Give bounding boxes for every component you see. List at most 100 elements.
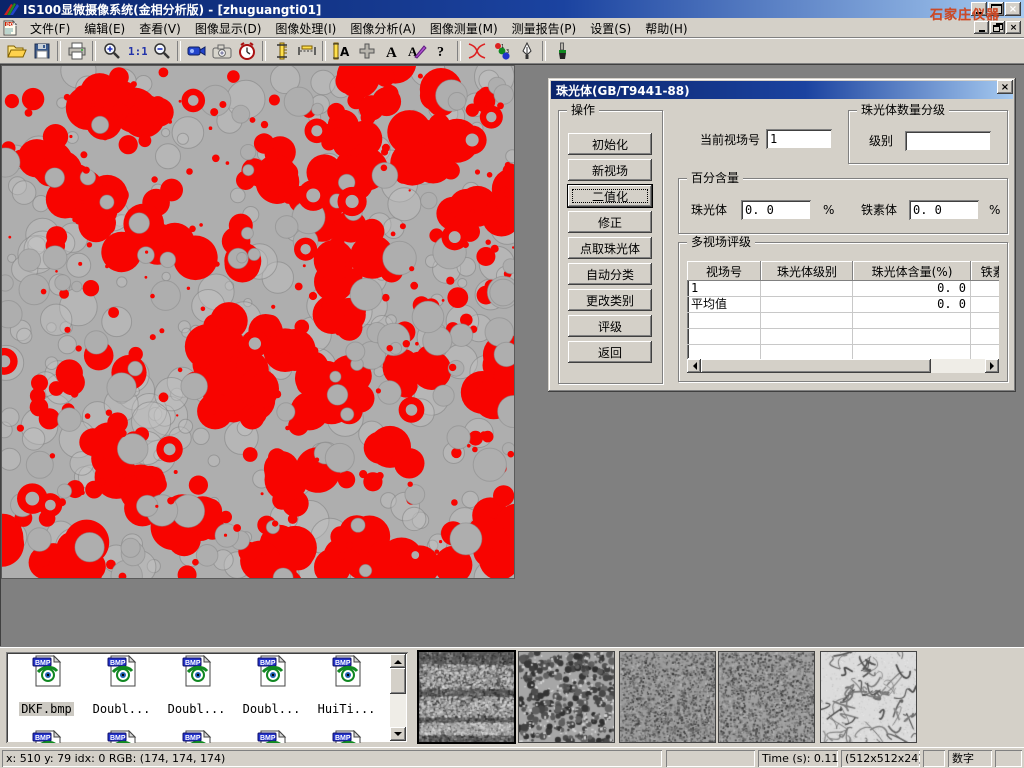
toolbar-separator (457, 41, 461, 61)
toolbar-separator (92, 41, 96, 61)
timer-button[interactable] (234, 40, 259, 62)
open-file-button[interactable] (4, 40, 29, 62)
op-button-5[interactable]: 自动分类 (568, 263, 652, 285)
menu-item-0[interactable]: 文件(F) (23, 18, 77, 39)
help-button[interactable]: ? (429, 40, 454, 62)
table-row[interactable] (687, 329, 999, 345)
grade-group-label: 珠光体数量分级 (857, 103, 949, 117)
curve-tool-button[interactable] (464, 40, 489, 62)
close-button[interactable]: × (1005, 2, 1021, 16)
table-row[interactable] (687, 313, 999, 329)
thumbnail-0[interactable] (417, 650, 516, 744)
vscroll-down-button[interactable] (390, 727, 406, 741)
actual-size-button[interactable]: 1:1 (124, 40, 149, 62)
current-view-input[interactable]: 1 (766, 129, 832, 149)
file-item-row2-4[interactable]: BMP (309, 730, 384, 743)
status-position: x: 510 y: 79 idx: 0 RGB: (174, 174, 174) (2, 750, 662, 767)
op-button-3[interactable]: 修正 (568, 211, 652, 233)
hscroll-right-button[interactable] (985, 359, 999, 373)
table-cell: 0. 0 (853, 297, 971, 313)
table-header-1[interactable]: 珠光体级别 (761, 261, 853, 281)
thumbnail-1[interactable] (518, 651, 615, 743)
op-button-1[interactable]: 新视场 (568, 159, 652, 181)
menu-item-6[interactable]: 图像测量(M) (423, 18, 505, 39)
vertical-caliper-button[interactable] (269, 40, 294, 62)
vertical-caliper-icon (275, 42, 289, 60)
file-item-2[interactable]: BMP Doubl... (159, 655, 234, 716)
menu-item-2[interactable]: 查看(V) (132, 18, 188, 39)
menu-item-8[interactable]: 设置(S) (583, 18, 638, 39)
metallographic-image[interactable] (2, 66, 514, 578)
filelist-vscrollbar[interactable] (390, 654, 406, 741)
hscroll-thumb[interactable] (701, 359, 931, 373)
file-item-0[interactable]: BMPDKF.bmp (9, 655, 84, 716)
file-list[interactable]: BMPDKF.bmpBMPDoubl...BMPDoubl...BMPDoubl… (6, 652, 408, 743)
table-header-2[interactable]: 珠光体含量(%) (853, 261, 971, 281)
table-row[interactable]: 10. 0 (687, 281, 999, 297)
dialog-close-button[interactable]: × (997, 80, 1013, 94)
file-name[interactable]: DKF.bmp (19, 702, 74, 716)
still-camera-button[interactable] (209, 40, 234, 62)
hscroll-left-button[interactable] (687, 359, 701, 373)
multi-view-table[interactable]: 视场号珠光体级别珠光体含量(%)铁素体含量(%)10. 0平均值0. 0 (687, 261, 999, 359)
file-item-1[interactable]: BMPDoubl... (84, 655, 159, 716)
menu-item-1[interactable]: 编辑(E) (77, 18, 132, 39)
bmp-file-icon: BMP (234, 655, 309, 687)
thumbnail-2[interactable] (619, 651, 716, 743)
text-edit-button[interactable]: A (404, 40, 429, 62)
print-button[interactable] (64, 40, 89, 62)
text-label-button[interactable]: A (379, 40, 404, 62)
file-name[interactable]: HuiTi... (316, 702, 378, 716)
svg-text:A: A (340, 45, 350, 59)
ferrite-value-input[interactable]: 0. 0 (909, 200, 979, 220)
menu-item-5[interactable]: 图像分析(A) (343, 18, 423, 39)
menu-item-3[interactable]: 图像显示(D) (188, 18, 269, 39)
file-item-row2-1[interactable]: BMP (84, 730, 159, 743)
zoom-out-button[interactable] (149, 40, 174, 62)
table-cell (971, 297, 999, 313)
grade-input[interactable] (905, 131, 991, 151)
video-camera-button[interactable] (184, 40, 209, 62)
file-item-4[interactable]: BMPHuiTi... (309, 655, 384, 716)
menu-item-9[interactable]: 帮助(H) (638, 18, 694, 39)
color-count-button[interactable]: 13 (489, 40, 514, 62)
table-header-3[interactable]: 铁素体含量(%) (971, 261, 999, 281)
file-item-row2-3[interactable]: BMP (234, 730, 309, 743)
file-item-3[interactable]: BMP Doubl... (234, 655, 309, 716)
menu-item-7[interactable]: 测量报告(P) (505, 18, 584, 39)
op-button-0[interactable]: 初始化 (568, 133, 652, 155)
table-header-0[interactable]: 视场号 (687, 261, 761, 281)
save-file-button[interactable] (29, 40, 54, 62)
table-row[interactable] (687, 345, 999, 359)
zoom-in-button[interactable] (99, 40, 124, 62)
bmp-file-icon: BMP (159, 655, 234, 687)
table-row[interactable]: 平均值0. 0 (687, 297, 999, 313)
vendor-watermark: 石家庄仪器 (930, 4, 1000, 23)
op-button-6[interactable]: 更改类别 (568, 289, 652, 311)
op-button-2[interactable]: 二值化 (568, 185, 652, 207)
mdi-close-button[interactable]: × (1006, 21, 1021, 34)
table-hscrollbar[interactable] (687, 359, 999, 373)
table-cell (761, 297, 853, 313)
op-button-7[interactable]: 评级 (568, 315, 652, 337)
file-name[interactable]: Doubl... (166, 702, 228, 716)
file-name[interactable]: Doubl... (91, 702, 153, 716)
thumbnail-4[interactable] (820, 651, 917, 743)
menu-item-4[interactable]: 图像处理(I) (268, 18, 343, 39)
caliper-text-button[interactable]: A (329, 40, 354, 62)
dialog-title-bar[interactable]: 珠光体(GB/T9441-88) (551, 81, 1013, 99)
op-button-4[interactable]: 点取珠光体 (568, 237, 652, 259)
file-item-row2-2[interactable]: BMP (159, 730, 234, 743)
pearlite-value-input[interactable]: 0. 0 (741, 200, 811, 220)
horizontal-ruler-button[interactable] (294, 40, 319, 62)
file-name[interactable]: Doubl... (241, 702, 303, 716)
vscroll-thumb[interactable] (390, 668, 406, 694)
pen-tool-button[interactable] (514, 40, 539, 62)
move-cross-button[interactable] (354, 40, 379, 62)
vscroll-up-button[interactable] (390, 654, 406, 668)
thumbnail-3[interactable] (718, 651, 815, 743)
op-button-8[interactable]: 返回 (568, 341, 652, 363)
zoom-out-icon (153, 42, 171, 60)
paint-brush-button[interactable] (549, 40, 574, 62)
file-item-row2-0[interactable]: BMP (9, 730, 84, 743)
